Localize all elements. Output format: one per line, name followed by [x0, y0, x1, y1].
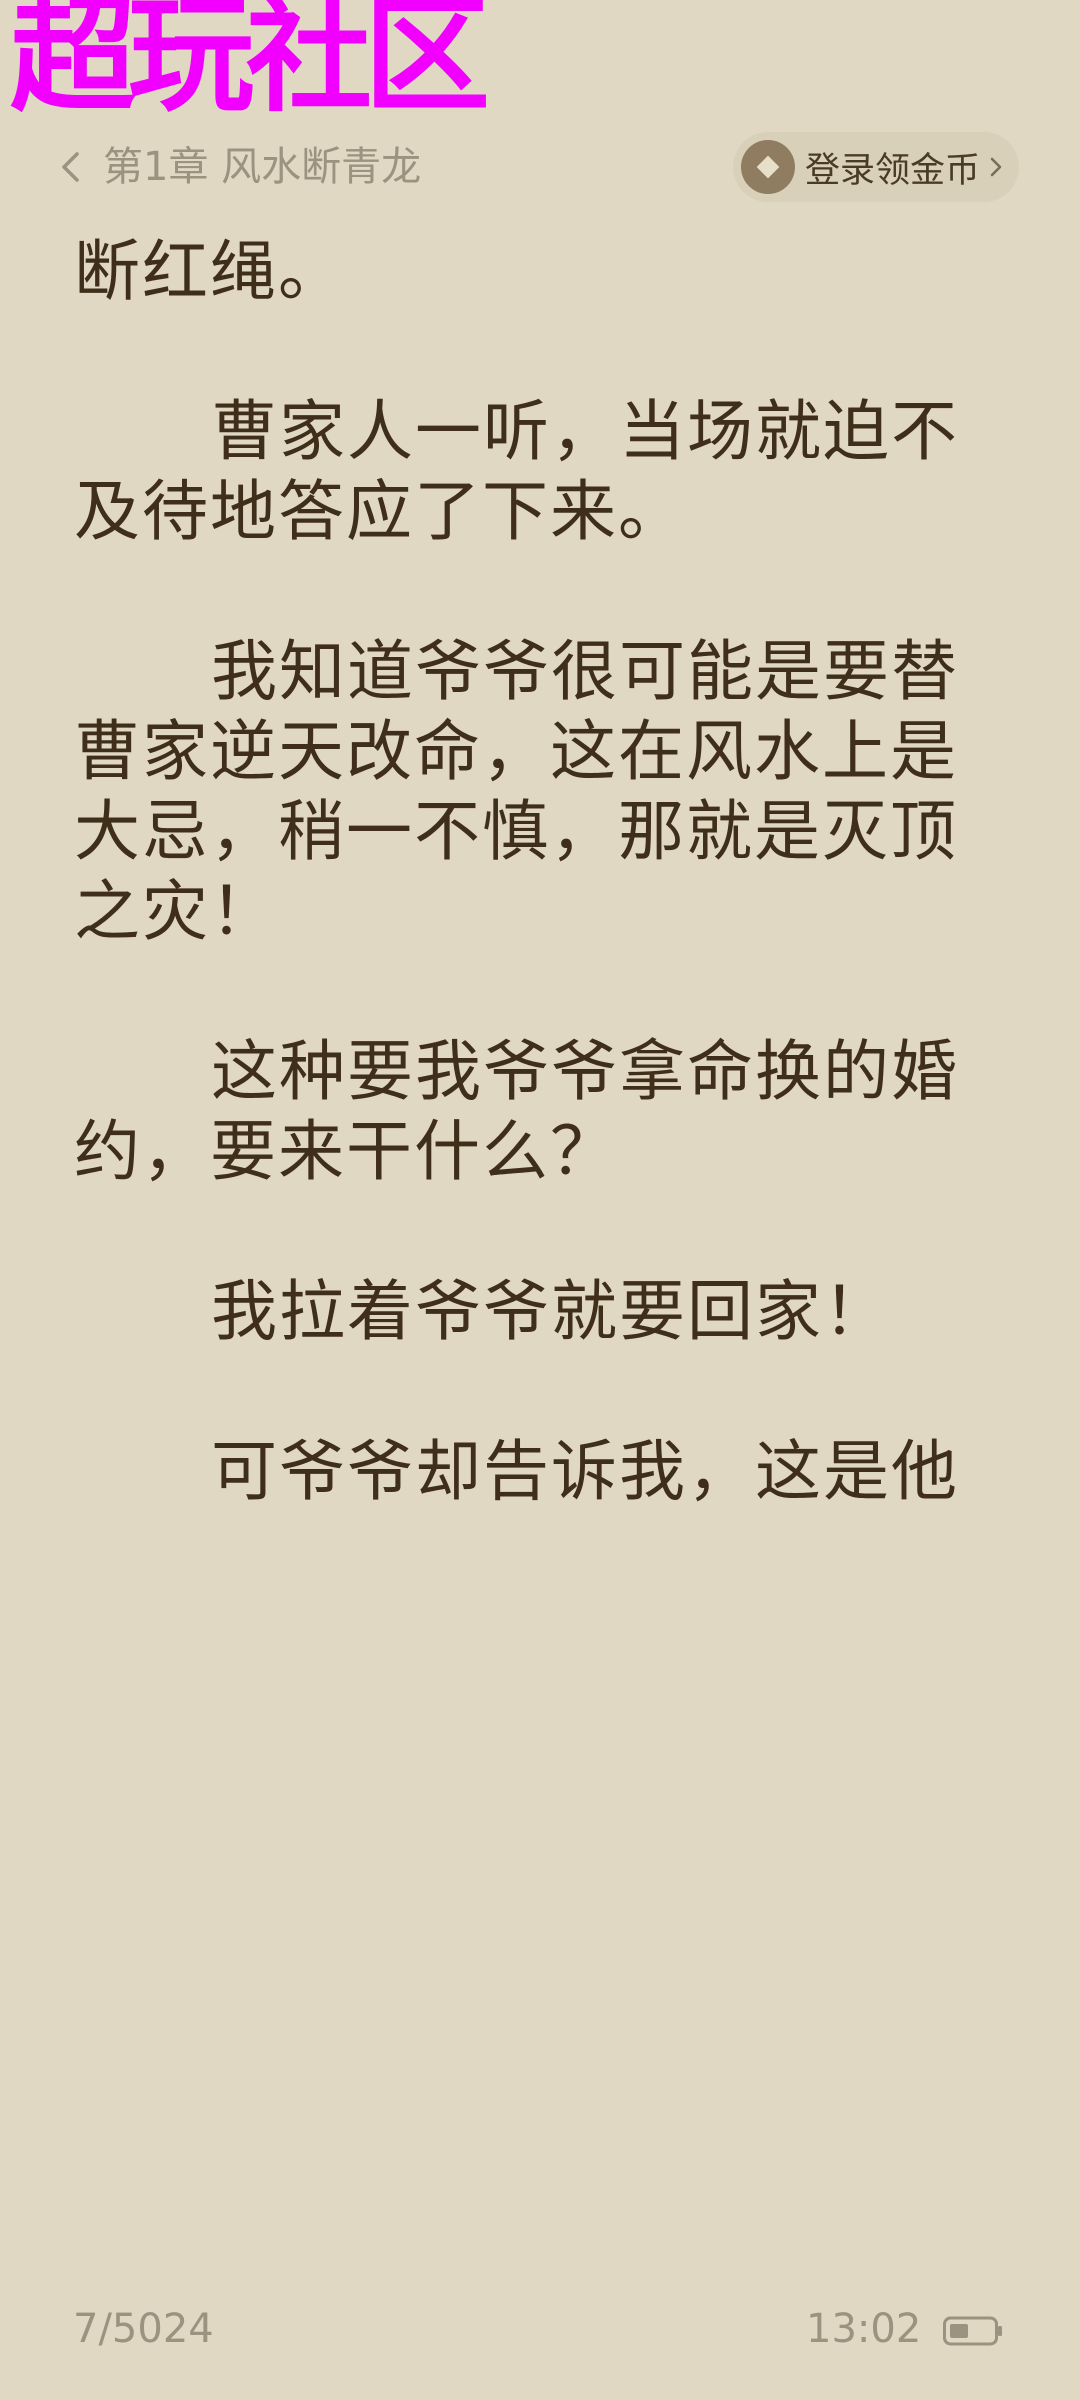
- text-line: 这种要我爷爷拿命换的婚: [211, 1033, 959, 1110]
- text-line: 我知道爷爷很可能是要替: [211, 633, 959, 710]
- reader-header: 第1章 风水断青龙 登录领金币: [0, 132, 1080, 212]
- chevron-right-icon: [990, 157, 1002, 177]
- clock: 13:02: [806, 2306, 922, 2352]
- text-line: 及待地答应了下来。: [74, 473, 686, 550]
- text-line: 断红绳。: [74, 233, 346, 310]
- chevron-left-icon: [62, 152, 79, 182]
- back-button[interactable]: 第1章 风水断青龙: [55, 144, 421, 190]
- text-line: 我拉着爷爷就要回家！: [211, 1273, 891, 1350]
- watermark-logo: 超玩社区: [10, 0, 490, 129]
- text-line: 可爷爷却告诉我，这是他: [211, 1433, 959, 1510]
- login-coin-button[interactable]: 登录领金币: [733, 132, 1019, 202]
- battery-icon: [943, 2316, 1002, 2346]
- chapter-text: 断红绳。曹家人一听，当场就迫不 及待地答应了下来。我知道爷爷很可能是要替 曹家逆天改…: [74, 232, 1009, 1512]
- page-indicator: 7/5024: [73, 2306, 214, 2352]
- text-line: 大忌，稍一不慎，那就是灭顶: [74, 793, 958, 870]
- text-line: 曹家人一听，当场就迫不: [211, 393, 959, 470]
- text-line: 之灾！: [74, 873, 278, 950]
- login-coin-label: 登录领金币: [805, 150, 981, 191]
- coin-icon: [741, 140, 795, 194]
- reader-footer: 7/5024 13:02: [0, 2280, 1080, 2400]
- text-line: 约，要来干什么？: [74, 1113, 618, 1190]
- chapter-title: 第1章 风水断青龙: [103, 144, 422, 190]
- text-line: 曹家逆天改命，这在风水上是: [74, 713, 958, 790]
